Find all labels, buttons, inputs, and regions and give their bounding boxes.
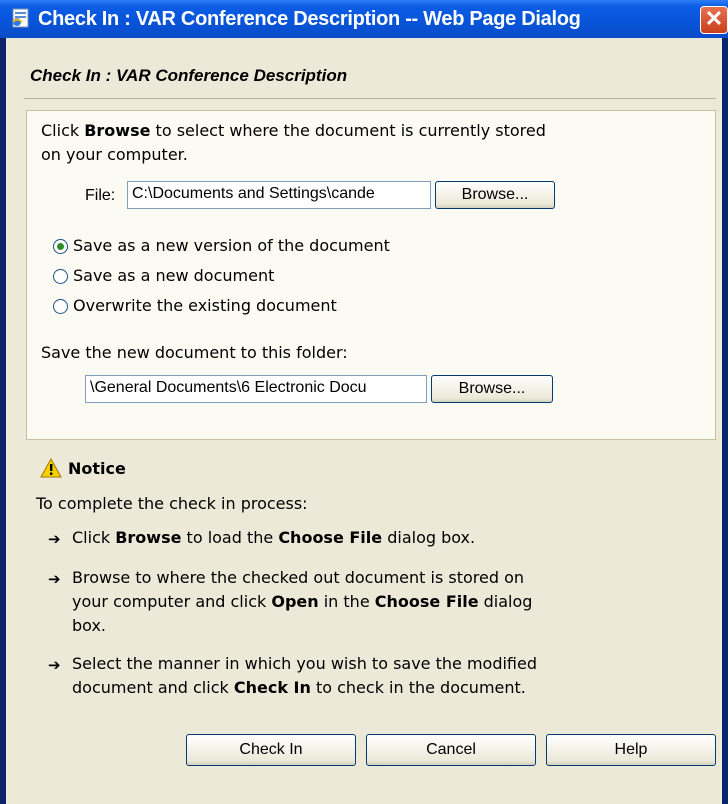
- check-in-button[interactable]: Check In: [186, 734, 356, 766]
- notice-intro: To complete the check in process:: [36, 494, 308, 513]
- cancel-button[interactable]: Cancel: [366, 734, 536, 766]
- option-new-document-label[interactable]: Save as a new document: [73, 266, 274, 285]
- notice-title: Notice: [68, 459, 126, 478]
- folder-path-input[interactable]: \General Documents\6 Electronic Docu: [85, 375, 427, 403]
- window-title: Check In : VAR Conference Description --…: [38, 8, 581, 30]
- notice-step-3-line-2: document and click Check In to check in …: [72, 678, 526, 697]
- option-new-version-label[interactable]: Save as a new version of the document: [73, 236, 390, 255]
- close-button[interactable]: ✕: [700, 6, 728, 34]
- radio-new-document[interactable]: [53, 269, 68, 284]
- arrow-icon: ➔: [48, 656, 61, 674]
- help-button[interactable]: Help: [546, 734, 716, 766]
- warning-icon: [40, 458, 62, 478]
- option-overwrite-label[interactable]: Overwrite the existing document: [73, 296, 337, 315]
- folder-browse-button[interactable]: Browse...: [431, 375, 553, 403]
- notice-step-2-line-2: your computer and click Open in the Choo…: [72, 592, 533, 611]
- dialog-heading: Check In : VAR Conference Description: [30, 66, 348, 85]
- file-path-input[interactable]: C:\Documents and Settings\cande: [127, 181, 431, 209]
- radio-overwrite[interactable]: [53, 299, 68, 314]
- instruction-line-2: on your computer.: [41, 145, 188, 164]
- heading-divider: [24, 98, 716, 99]
- file-label: File:: [85, 187, 116, 204]
- arrow-icon: ➔: [48, 570, 61, 588]
- checkin-options-panel: Click Browse to select where the documen…: [26, 110, 716, 440]
- ie-page-icon: [12, 8, 29, 28]
- instruction-line-1: Click Browse to select where the documen…: [41, 121, 546, 140]
- notice-step-3-line-1: Select the manner in which you wish to s…: [72, 654, 537, 673]
- close-icon: ✕: [704, 6, 724, 31]
- notice-step-2-line-1: Browse to where the checked out document…: [72, 568, 525, 587]
- title-bar[interactable]: Check In : VAR Conference Description --…: [0, 0, 728, 38]
- folder-label: Save the new document to this folder:: [41, 343, 348, 362]
- dialog-body: Check In : VAR Conference Description Cl…: [6, 38, 722, 804]
- notice-step-2-line-3: box.: [72, 616, 107, 635]
- radio-new-version[interactable]: [53, 239, 68, 254]
- notice-step-1: Click Browse to load the Choose File dia…: [72, 528, 476, 547]
- dialog-window: Check In : VAR Conference Description --…: [0, 0, 728, 804]
- file-browse-button[interactable]: Browse...: [435, 181, 555, 209]
- arrow-icon: ➔: [48, 530, 61, 548]
